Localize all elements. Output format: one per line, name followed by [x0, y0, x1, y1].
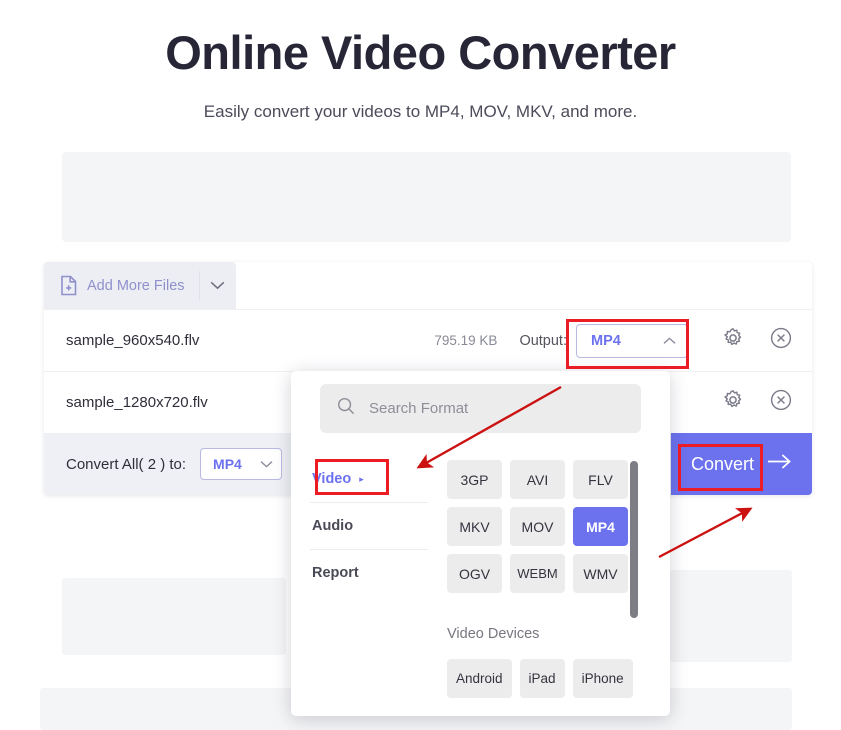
add-more-files-label: Add More Files	[87, 277, 185, 294]
format-chip-grid: 3GP AVI FLV MKV MOV MP4 OGV WEBM WMV	[447, 460, 629, 593]
format-category-report[interactable]: Report	[310, 550, 428, 596]
format-chip[interactable]: OGV	[447, 554, 502, 593]
add-files-dropdown-toggle[interactable]	[199, 262, 236, 309]
placeholder-block-left	[62, 578, 286, 655]
format-chip[interactable]: WMV	[573, 554, 628, 593]
format-chip[interactable]: AVI	[510, 460, 565, 499]
format-category-label: Report	[312, 565, 359, 581]
format-chip-selected[interactable]: MP4	[573, 507, 628, 546]
device-chip-iphone[interactable]: iPhone	[572, 659, 633, 698]
file-name: sample_960x540.flv	[66, 332, 200, 349]
device-chip-ipad[interactable]: iPad	[519, 659, 565, 698]
format-category-label: Audio	[312, 518, 354, 534]
format-chip[interactable]: MKV	[447, 507, 502, 546]
output-format-select[interactable]: MP4	[576, 323, 688, 358]
format-list-scrollbar[interactable]	[630, 461, 638, 618]
gear-icon[interactable]	[722, 389, 744, 416]
convert-button-label: Convert	[690, 453, 755, 474]
row-actions	[722, 327, 792, 354]
output-format-value: MP4	[591, 332, 621, 349]
table-row: sample_960x540.flv 795.19 KB Output: MP4	[44, 309, 812, 371]
page-subtitle: Easily convert your videos to MP4, MOV, …	[203, 102, 638, 121]
search-icon	[337, 397, 355, 420]
format-category-audio[interactable]: Audio	[310, 503, 428, 550]
close-circle-icon[interactable]	[770, 389, 792, 416]
chevron-right-icon: ▸	[359, 473, 364, 484]
chevron-up-icon	[663, 332, 676, 350]
convert-button[interactable]: Convert	[671, 433, 812, 495]
format-chip[interactable]: FLV	[573, 460, 628, 499]
format-category-label: Video	[312, 471, 352, 487]
gear-icon[interactable]	[722, 327, 744, 354]
convert-all-label: Convert All( 2 ) to:	[66, 455, 187, 473]
chevron-down-icon	[260, 455, 273, 473]
close-circle-icon[interactable]	[770, 327, 792, 354]
file-plus-icon	[59, 275, 78, 296]
format-chip[interactable]: WEBM	[510, 554, 565, 593]
format-chip[interactable]: 3GP	[447, 460, 502, 499]
format-category-list: Video ▸ Audio Report	[310, 456, 428, 596]
device-chip-android[interactable]: Android	[447, 659, 512, 698]
video-devices-grid: Android iPad iPhone	[447, 659, 637, 698]
video-devices-title: Video Devices	[447, 626, 540, 642]
online-video-converter-page: Online Video Converter Easily convert yo…	[0, 0, 841, 730]
chevron-down-icon	[210, 277, 225, 295]
convert-all-format-select[interactable]: MP4	[200, 448, 283, 480]
search-format-box[interactable]	[320, 384, 641, 433]
format-category-video[interactable]: Video ▸	[310, 456, 428, 503]
file-list-toolbar: Add More Files	[44, 262, 236, 309]
placeholder-block-right	[670, 570, 792, 662]
format-chip[interactable]: MOV	[510, 507, 565, 546]
search-input[interactable]	[369, 400, 609, 417]
add-more-files-button[interactable]: Add More Files	[44, 262, 199, 309]
file-size: 795.19 KB	[434, 333, 498, 348]
output-label: Output:	[519, 332, 567, 349]
page-title: Online Video Converter	[165, 26, 676, 79]
row-actions	[722, 389, 792, 416]
arrow-right-icon	[767, 453, 792, 475]
upload-panel[interactable]	[62, 152, 791, 242]
convert-all-format-value: MP4	[213, 456, 242, 472]
